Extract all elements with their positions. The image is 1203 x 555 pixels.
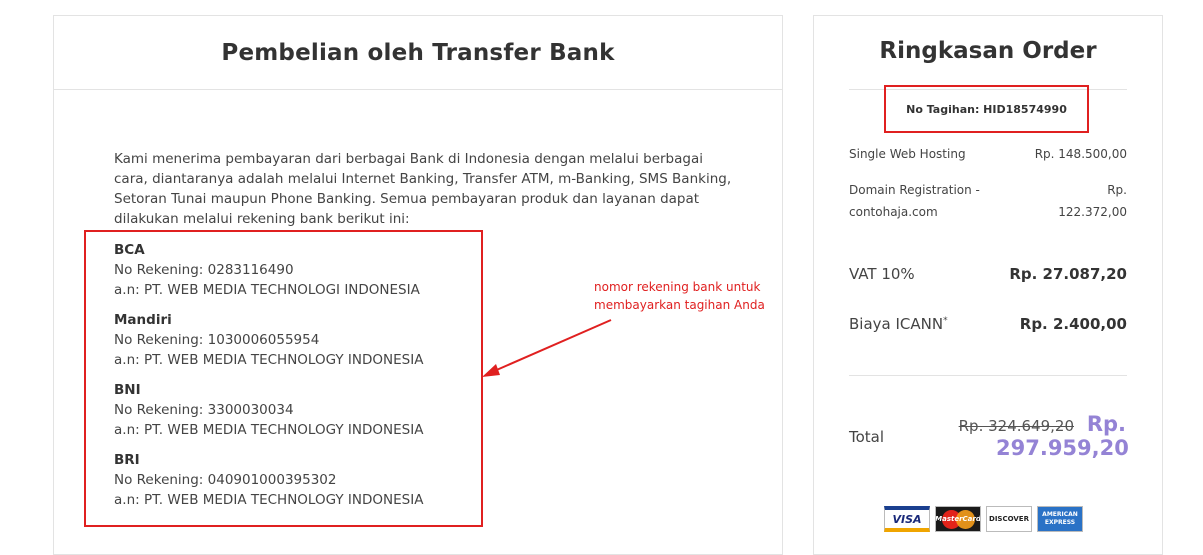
invoice-number: No Tagihan: HID18574990 — [906, 102, 1067, 116]
intro-text: Kami menerima pembayaran dari berbagai B… — [114, 151, 732, 227]
visa-card-icon: VISA — [884, 506, 930, 532]
summary-title: Ringkasan Order — [879, 38, 1097, 64]
total-new-currency: Rp. — [1086, 412, 1126, 436]
page-title: Pembelian oleh Transfer Bank — [221, 39, 615, 66]
divider — [849, 375, 1127, 376]
total-new-amount: 297.959,20 — [996, 436, 1129, 460]
amex-card-icon: AMERICAN EXPRESS — [1037, 506, 1083, 532]
icann-line: Biaya ICANN* Rp. 2.400,00 — [849, 315, 1127, 333]
annotation-line: membayarkan tagihan Anda — [594, 298, 765, 312]
line-item-domain: Domain Registration - contohaja.com Rp. … — [849, 179, 1127, 223]
discover-card-icon: DISCOVER — [986, 506, 1032, 532]
vat-label: VAT 10% — [849, 265, 915, 283]
icann-label: Biaya ICANN — [849, 315, 944, 333]
invoice-highlight: No Tagihan: HID18574990 — [884, 85, 1089, 133]
line-item-label: Single Web Hosting — [849, 147, 966, 161]
line-item-value: Rp. 148.500,00 — [1034, 147, 1127, 161]
mastercard-icon: MasterCard — [935, 506, 981, 532]
annotation-line: nomor rekening bank untuk — [594, 280, 761, 294]
icann-footnote-mark: * — [943, 316, 948, 326]
vat-value: Rp. 27.087,20 — [1009, 265, 1127, 283]
payment-cards: VISA MasterCard DISCOVER AMERICAN EXPRES… — [884, 506, 1083, 532]
icann-value: Rp. 2.400,00 — [1019, 315, 1127, 333]
annotation-text: nomor rekening bank untuk membayarkan ta… — [594, 278, 765, 314]
line-item-value: 122.372,00 — [1058, 205, 1127, 219]
line-item-label: contohaja.com — [849, 205, 938, 219]
panel-header: Pembelian oleh Transfer Bank — [54, 16, 782, 90]
line-item-value: Rp. — [1107, 183, 1127, 197]
bank-list-highlight — [84, 230, 483, 527]
total-new-price: Rp. 297.959,20 — [996, 412, 1129, 460]
total-label: Total — [849, 428, 885, 446]
line-item-label: Domain Registration - — [849, 183, 980, 197]
vat-line: VAT 10% Rp. 27.087,20 — [849, 265, 1127, 283]
line-item-hosting: Single Web Hosting Rp. 148.500,00 — [849, 147, 1127, 161]
